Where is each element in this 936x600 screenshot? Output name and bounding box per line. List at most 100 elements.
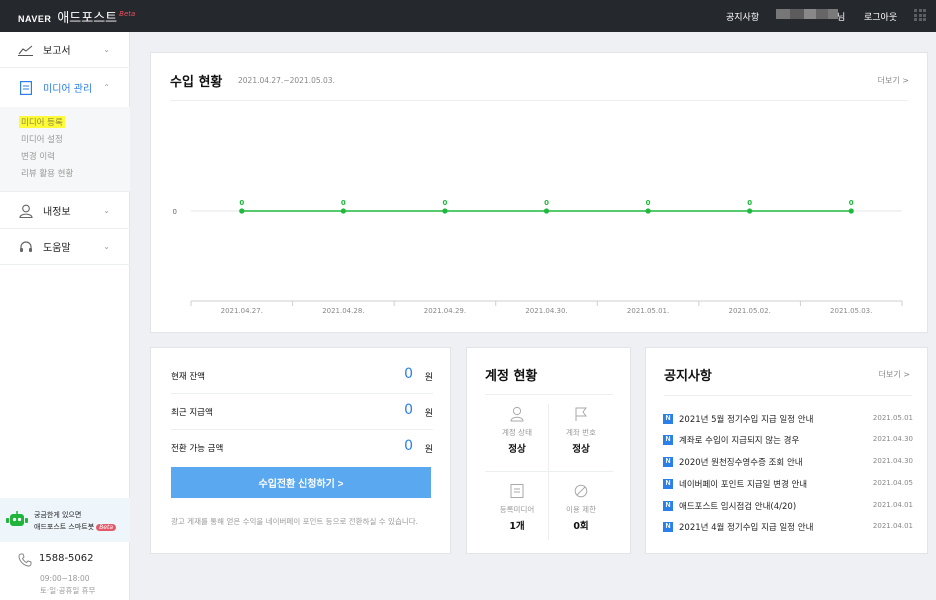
balance-row: 최근 지급액 0 원 bbox=[171, 394, 433, 430]
divider bbox=[485, 471, 613, 472]
account-cell-value: 0회 bbox=[573, 521, 589, 532]
balance-unit: 원 bbox=[424, 409, 433, 419]
balance-card: 현재 잔액 0 원 최근 지급액 0 원 전환 가능 금액 0 원 수입전환 신… bbox=[150, 347, 451, 554]
divider bbox=[485, 394, 613, 395]
new-badge: N bbox=[663, 522, 673, 532]
balance-row: 전환 가능 금액 0 원 bbox=[171, 430, 433, 466]
notice-item-date: 2021.04.05 bbox=[872, 479, 913, 487]
notice-item-title: 2020년 원천징수영수증 조회 안내 bbox=[679, 458, 803, 468]
phone-icon bbox=[18, 553, 32, 567]
account-cell-label: 등록미디어 bbox=[499, 505, 535, 514]
support-phone: 1588-5062 bbox=[39, 553, 94, 564]
account-cell-label: 계좌 번호 bbox=[566, 428, 596, 437]
grid-icon[interactable] bbox=[914, 9, 926, 21]
person-icon bbox=[510, 406, 524, 422]
new-badge: N bbox=[663, 479, 673, 489]
smartbot-name: 애드포스트 스마트봇 Beta bbox=[34, 522, 117, 532]
notice-more-link[interactable]: 더보기 > bbox=[879, 369, 910, 380]
notice-item[interactable]: N 계좌로 수입이 지급되지 않는 경우 2021.04.30 bbox=[663, 434, 913, 448]
support-holidays: 토·일·공휴일 휴무 bbox=[40, 586, 96, 595]
registered-media-cell: 등록미디어 1개 bbox=[485, 483, 549, 532]
account-cell-label: 계정 상태 bbox=[502, 428, 532, 437]
smartbot-banner[interactable]: 궁금한게 있으면 애드포스트 스마트봇 Beta bbox=[0, 498, 130, 542]
notice-item[interactable]: N 네이버페이 포인트 지급일 변경 안내 2021.04.05 bbox=[663, 478, 913, 492]
notice-item[interactable]: N 2021년 4월 정기수입 지급 일정 안내 2021.04.01 bbox=[663, 521, 913, 535]
notice-item[interactable]: N 2021년 5월 정기수입 지급 일정 안내 2021.05.01 bbox=[663, 413, 913, 427]
account-cell-value: 정상 bbox=[508, 444, 526, 455]
sidebar-item-media[interactable]: 미디어 관리 ⌃ bbox=[0, 68, 130, 107]
balance-row: 현재 잔액 0 원 bbox=[171, 358, 433, 394]
submenu-review-usage[interactable]: 리뷰 활용 현황 bbox=[21, 167, 73, 179]
usage-limit-cell: 이용 제한 0회 bbox=[549, 483, 613, 532]
robot-icon bbox=[6, 511, 28, 526]
balance-value: 0 bbox=[404, 402, 413, 418]
beta-mark: Beta bbox=[119, 10, 136, 18]
chevron-down-icon: ⌄ bbox=[103, 206, 110, 215]
data-label: 0 bbox=[646, 199, 651, 207]
media-submenu: 미디어 등록 미디어 설정 변경 이력 리뷰 활용 현황 bbox=[0, 107, 130, 192]
data-point bbox=[442, 208, 448, 214]
user-icon bbox=[18, 203, 33, 218]
submenu-media-settings[interactable]: 미디어 설정 bbox=[21, 133, 63, 145]
top-bar: NAVER 애드포스트 Beta 공지사항 님 로그아웃 bbox=[0, 0, 936, 32]
x-tick-label: 2021.05.02. bbox=[728, 307, 770, 315]
sidebar-item-help[interactable]: 도움말 ⌄ bbox=[0, 229, 130, 265]
chevron-up-icon: ⌃ bbox=[103, 83, 110, 92]
flag-icon bbox=[575, 407, 587, 421]
chevron-down-icon: ⌄ bbox=[103, 242, 110, 251]
submenu-change-history[interactable]: 변경 이력 bbox=[21, 150, 55, 162]
revenue-line-chart: 0 0 0 0 0 0 0 0 2021.04.27. 2021.04.28. 2021.04.29… bbox=[173, 199, 903, 315]
chevron-down-icon: ⌄ bbox=[103, 45, 110, 54]
convert-revenue-button[interactable]: 수입전환 신청하기 > bbox=[171, 467, 431, 498]
account-status-card: 계정 현황 계정 상태 정상 계좌 번호 정상 등록미디어 1개 이용 제한 0… bbox=[466, 347, 631, 554]
data-point bbox=[848, 208, 854, 214]
notice-item[interactable]: N 2020년 원천징수영수증 조회 안내 2021.04.30 bbox=[663, 456, 913, 470]
service-name: 애드포스트 bbox=[57, 11, 118, 26]
sidebar-item-myinfo[interactable]: 내정보 ⌄ bbox=[0, 193, 130, 229]
account-cell-value: 정상 bbox=[572, 444, 590, 455]
data-label: 0 bbox=[239, 199, 244, 207]
data-point bbox=[543, 208, 550, 214]
notice-item-title: 2021년 5월 정기수입 지급 일정 안내 bbox=[679, 415, 814, 425]
data-label: 0 bbox=[747, 199, 752, 207]
y-tick-label: 0 bbox=[173, 208, 177, 216]
logo[interactable]: NAVER 애드포스트 Beta bbox=[18, 7, 135, 26]
notice-item-date: 2021.05.01 bbox=[872, 414, 913, 422]
x-tick-label: 2021.04.27. bbox=[221, 307, 263, 315]
account-title: 계정 현황 bbox=[485, 369, 538, 384]
prohibited-icon bbox=[574, 484, 588, 498]
media-icon bbox=[510, 484, 524, 498]
sidebar-item-label: 도움말 bbox=[43, 243, 71, 254]
beta-badge: Beta bbox=[96, 524, 117, 531]
balance-label: 현재 잔액 bbox=[171, 372, 205, 382]
logout-link[interactable]: 로그아웃 bbox=[864, 10, 897, 23]
bank-account-cell: 계좌 번호 정상 bbox=[549, 406, 613, 455]
balance-note: 광고 게재를 통해 얻은 수익을 네이버페이 포인트 등으로 전환하실 수 있습… bbox=[171, 517, 419, 526]
notice-item-title: 2021년 4월 정기수입 지급 일정 안내 bbox=[679, 523, 814, 533]
notice-item-date: 2021.04.30 bbox=[872, 435, 913, 443]
sidebar: 보고서 ⌄ 미디어 관리 ⌃ 미디어 등록 미디어 설정 변경 이력 리뷰 활용… bbox=[0, 32, 130, 600]
new-badge: N bbox=[663, 414, 673, 424]
username-redacted bbox=[776, 9, 838, 19]
balance-value: 0 bbox=[404, 366, 413, 382]
smartbot-text: 궁금한게 있으면 bbox=[34, 511, 82, 519]
naver-logo-text: NAVER bbox=[18, 14, 52, 24]
notice-link[interactable]: 공지사항 bbox=[726, 10, 759, 23]
support-hours: 09:00~18:00 bbox=[40, 574, 90, 583]
headset-icon bbox=[18, 239, 33, 254]
data-point bbox=[645, 208, 651, 214]
notice-item-title: 네이버페이 포인트 지급일 변경 안내 bbox=[679, 480, 808, 490]
submenu-media-register[interactable]: 미디어 등록 bbox=[19, 116, 65, 128]
notice-item-date: 2021.04.01 bbox=[872, 522, 913, 530]
data-label: 0 bbox=[442, 199, 447, 207]
notice-item-date: 2021.04.01 bbox=[872, 501, 913, 509]
notice-item-title: 계좌로 수입이 지급되지 않는 경우 bbox=[679, 436, 800, 446]
data-point bbox=[340, 208, 346, 214]
chart-icon bbox=[18, 42, 33, 57]
sidebar-item-report[interactable]: 보고서 ⌄ bbox=[0, 32, 130, 68]
balance-label: 전환 가능 금액 bbox=[171, 444, 224, 454]
balance-label: 최근 지급액 bbox=[171, 408, 213, 418]
balance-unit: 원 bbox=[424, 373, 433, 383]
notice-item[interactable]: N 애드포스트 임시점검 안내(4/20) 2021.04.01 bbox=[663, 500, 913, 514]
notice-title: 공지사항 bbox=[664, 369, 712, 384]
